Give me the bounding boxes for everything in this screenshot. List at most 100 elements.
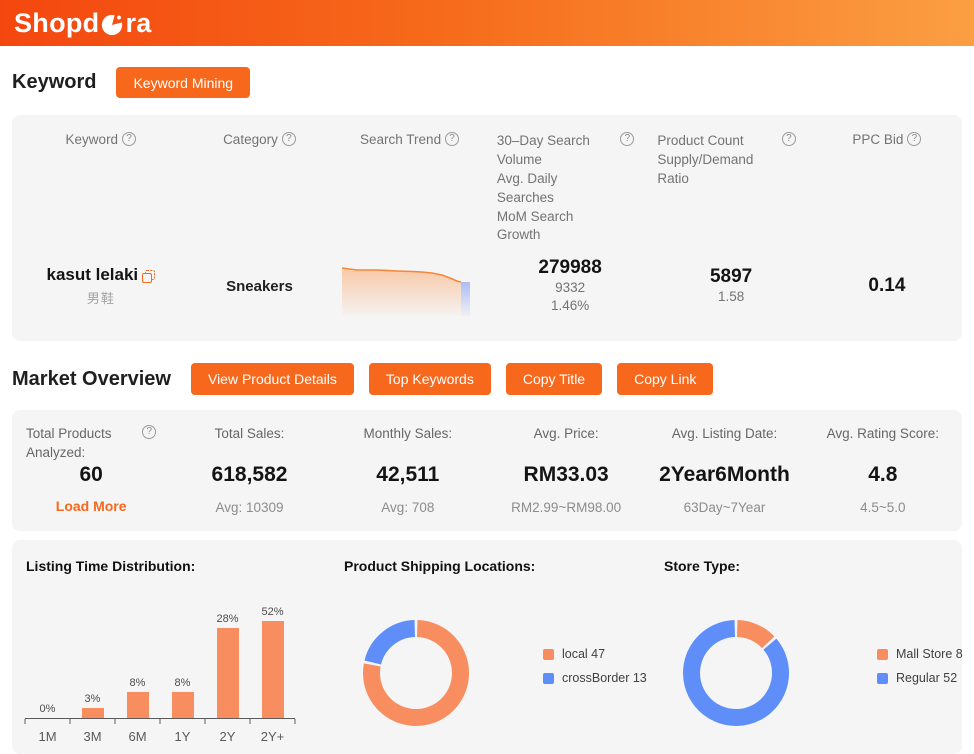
bar-2Y+: 52% xyxy=(250,574,295,719)
stat-sub: Avg: 708 xyxy=(381,500,435,516)
x-axis-tick-label: 2Y+ xyxy=(260,729,285,745)
keyword-mining-button[interactable]: Keyword Mining xyxy=(116,67,251,98)
chart-title: Product Shipping Locations: xyxy=(344,558,536,575)
stat-sub: 4.5~5.0 xyxy=(860,500,906,516)
bar-value-label: 3% xyxy=(84,693,101,706)
legend-swatch xyxy=(543,648,554,660)
help-icon[interactable]: ? xyxy=(907,132,922,146)
ppc-bid-cell: 0.14 xyxy=(812,275,962,297)
bar xyxy=(261,621,284,719)
stat-avg-listing-date: Avg. Listing Date: 2Year6Month 63Day~7Ye… xyxy=(645,425,803,515)
stat-value: 60 xyxy=(79,463,103,487)
x-axis xyxy=(24,718,296,725)
bar-value-label: 8% xyxy=(129,677,146,690)
chart-title: Listing Time Distribution: xyxy=(26,558,196,575)
listing-time-distribution-chart: Listing Time Distribution: 0% 3% 8% 8% 28% 52… xyxy=(12,540,330,754)
stat-label: Avg. Rating Score: xyxy=(826,426,939,442)
search-volume-cell: 279988 9332 1.46% xyxy=(490,257,651,315)
load-more-link[interactable]: Load More xyxy=(56,498,127,514)
bar-2Y: 28% xyxy=(205,574,250,719)
help-icon[interactable]: ? xyxy=(122,132,137,146)
market-overview-header: Market Overview View Product Details Top… xyxy=(12,363,962,396)
stat-sub: RM2.99~RM98.00 xyxy=(511,500,622,516)
bar xyxy=(171,692,194,719)
view-product-details-button[interactable]: View Product Details xyxy=(190,363,354,396)
store-type-chart: Store Type: Mall Store 8 Regular 52 xyxy=(650,540,963,754)
top-keywords-button[interactable]: Top Keywords xyxy=(368,363,491,396)
stat-sub: Avg: 10309 xyxy=(215,500,284,516)
legend-swatch xyxy=(877,648,888,660)
col-header-product-count: Product Count Supply/Demand Ratio ? xyxy=(650,132,812,245)
charts-panel: Listing Time Distribution: 0% 3% 8% 8% 28% 52… xyxy=(12,540,963,754)
help-icon[interactable]: ? xyxy=(620,132,635,146)
legend-swatch xyxy=(877,672,888,684)
x-axis-tick-label: 6M xyxy=(128,729,147,745)
bar-value-label: 52% xyxy=(261,606,284,619)
x-axis-tick-label: 1Y xyxy=(174,729,191,745)
stat-value: 42,511 xyxy=(376,463,440,487)
category-cell: Sneakers xyxy=(226,277,293,295)
shopdora-logo[interactable]: Shopd ra xyxy=(14,8,152,39)
copy-title-button[interactable]: Copy Title xyxy=(505,363,603,396)
x-axis-labels: 1M 3M 6M 1Y 2Y 2Y+ xyxy=(25,729,295,744)
legend-item[interactable]: local 47 xyxy=(543,647,647,661)
stat-value: 4.8 xyxy=(868,463,898,487)
stat-total-products: Total Products Analyzed: ? 60 Load More xyxy=(12,425,170,515)
copy-keyword-icon[interactable] xyxy=(142,269,156,283)
stat-value: 2Year6Month xyxy=(659,463,790,487)
copy-link-button[interactable]: Copy Link xyxy=(617,363,714,396)
keyword-translation: 男鞋 xyxy=(86,291,115,307)
pie-logo-icon xyxy=(102,14,123,35)
stat-label: Avg. Listing Date: xyxy=(671,426,778,442)
bar-value-label: 28% xyxy=(216,613,239,626)
bar xyxy=(81,708,104,719)
donut-chart xyxy=(360,617,472,729)
keyword-table-row: kasut lelaki 男鞋 Sneakers 279988 9332 1.4… xyxy=(12,253,962,319)
supply-demand-ratio: 1.58 xyxy=(717,289,745,305)
legend-label: local 47 xyxy=(562,647,606,662)
stat-total-sales: Total Sales: 618,582 Avg: 10309 xyxy=(170,425,328,515)
help-icon[interactable]: ? xyxy=(142,425,157,440)
col-header-ppc-bid: PPC Bid ? xyxy=(812,132,962,245)
keyword-cell: kasut lelaki 男鞋 xyxy=(12,265,190,307)
x-axis-tick-label: 2Y xyxy=(219,729,236,745)
product-count: 5897 xyxy=(709,266,753,288)
x-axis-tick-label: 3M xyxy=(83,729,102,745)
stat-label: Total Sales: xyxy=(214,426,285,442)
stat-label: Avg. Price: xyxy=(533,426,599,442)
keyword-table-panel: Keyword ? Category ? Search Trend ? 30–D… xyxy=(12,115,962,342)
avg-daily-searches: 9332 xyxy=(555,280,586,296)
help-icon[interactable]: ? xyxy=(781,132,796,146)
legend-item[interactable]: crossBorder 13 xyxy=(543,671,647,685)
search-volume-30d: 279988 xyxy=(538,257,602,279)
x-axis-tick-label: 1M xyxy=(38,729,57,745)
logo-text-pre: Shopd xyxy=(14,7,100,38)
bar-1Y: 8% xyxy=(160,574,205,719)
bar-value-label: 8% xyxy=(174,677,191,690)
legend-swatch xyxy=(543,672,554,684)
stat-value: 618,582 xyxy=(211,463,288,487)
stat-avg-price: Avg. Price: RM33.03 RM2.99~RM98.00 xyxy=(487,425,645,515)
keyword-title: Keyword xyxy=(12,71,97,93)
col-header-keyword: Keyword ? xyxy=(12,132,190,245)
legend-label: Regular 52 xyxy=(896,671,958,686)
bar-chart: 0% 3% 8% 8% 28% 52% 1M 3M 6M 1Y 2Y 2Y+ xyxy=(24,574,296,744)
stat-monthly-sales: Monthly Sales: 42,511 Avg: 708 xyxy=(329,425,487,515)
ppc-bid: 0.14 xyxy=(868,275,906,297)
bar-value-label: 0% xyxy=(39,703,56,716)
col-header-search-trend: Search Trend ? xyxy=(329,132,490,245)
mom-search-growth: 1.46% xyxy=(550,298,590,314)
chart-legend: Mall Store 8 Regular 52 xyxy=(877,647,963,685)
legend-item[interactable]: Regular 52 xyxy=(877,671,963,685)
product-shipping-locations-chart: Product Shipping Locations: local 47 cros… xyxy=(330,540,650,754)
help-icon[interactable]: ? xyxy=(445,132,460,146)
help-icon[interactable]: ? xyxy=(281,132,296,146)
keyword-table-header: Keyword ? Category ? Search Trend ? 30–D… xyxy=(12,132,962,245)
product-count-cell: 5897 1.58 xyxy=(650,266,812,306)
legend-label: crossBorder 13 xyxy=(562,671,647,686)
keyword-section-header: Keyword Keyword Mining xyxy=(12,67,962,98)
stat-avg-rating: Avg. Rating Score: 4.8 4.5~5.0 xyxy=(804,425,962,515)
search-trend-sparkline xyxy=(329,257,490,316)
legend-item[interactable]: Mall Store 8 xyxy=(877,647,963,661)
logo-text-post: ra xyxy=(125,7,152,38)
